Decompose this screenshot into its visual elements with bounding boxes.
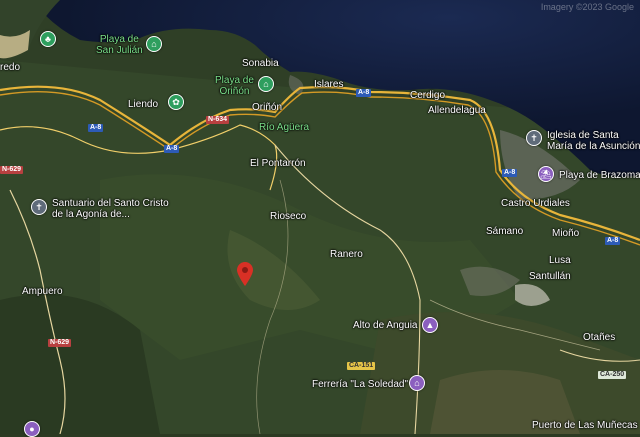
road-shield-a8: A-8 [356, 89, 372, 97]
road-shield-n629: N-629 [48, 339, 72, 347]
museum-icon[interactable]: ⌂ [409, 375, 425, 391]
place-ranero[interactable]: Ranero [330, 249, 363, 260]
place-santuario[interactable]: Santuario del Santo Cristo de la Agonía … [52, 198, 169, 220]
place-rioseco[interactable]: Rioseco [270, 211, 306, 222]
road-shield-n634: N-634 [206, 116, 230, 124]
church-icon[interactable]: ✝ [526, 130, 542, 146]
park-icon[interactable]: ⌂ [146, 36, 162, 52]
place-ampuero[interactable]: Ampuero [22, 286, 63, 297]
place-otanes[interactable]: Otañes [583, 332, 615, 343]
road-shield-ca151: CA-151 [347, 362, 376, 370]
place-lusa[interactable]: Lusa [549, 255, 571, 266]
road-shield-n629: N-629 [0, 166, 24, 174]
road-shield-a8: A-8 [164, 145, 180, 153]
place-liendo[interactable]: Liendo [128, 99, 158, 110]
park-icon[interactable]: ⌂ [258, 76, 274, 92]
place-mioño[interactable]: Mioño [552, 228, 579, 239]
place-puerto-munecas[interactable]: Puerto de Las Muñecas [532, 420, 638, 431]
place-allendelagua[interactable]: Allendelagua [428, 105, 486, 116]
church-icon[interactable]: ✝ [31, 199, 47, 215]
place-el-pontarron[interactable]: El Pontarrón [250, 158, 306, 169]
place-redo[interactable]: redo [0, 62, 20, 73]
beach-icon[interactable]: ⛱ [538, 166, 554, 182]
place-orinon[interactable]: Oriñón [252, 102, 282, 113]
place-cerdigo[interactable]: Cerdigo [410, 90, 445, 101]
viewpoint-icon[interactable]: ▲ [422, 317, 438, 333]
road-shield-a8: A-8 [502, 169, 518, 177]
place-playa-san-julian[interactable]: Playa de San Julián [96, 34, 143, 56]
place-samano[interactable]: Sámano [486, 226, 523, 237]
tree-icon[interactable]: ♣ [40, 31, 56, 47]
place-santullan[interactable]: Santullán [529, 271, 571, 282]
place-islares[interactable]: Islares [314, 79, 343, 90]
road-shield-a8: A-8 [605, 237, 621, 245]
poi-icon[interactable]: ● [24, 421, 40, 437]
place-iglesia[interactable]: Iglesia de Santa María de la Asunción [547, 130, 640, 152]
place-sonabia[interactable]: Sonabia [242, 58, 279, 69]
place-alto-anguia[interactable]: Alto de Anguia [353, 320, 418, 331]
place-rio-aguera[interactable]: Río Agüera [259, 122, 309, 133]
place-playa-orinon[interactable]: Playa de Oriñón [215, 75, 254, 97]
flower-icon[interactable]: ✿ [168, 94, 184, 110]
location-pin-icon[interactable] [237, 262, 253, 286]
road-shield-ca250: CA-250 [598, 371, 627, 379]
map-attribution: Imagery ©2023 Google [540, 2, 634, 12]
place-playa-brazomar[interactable]: Playa de Brazomar [559, 170, 640, 181]
place-ferreria[interactable]: Ferrería "La Soledad" [312, 379, 408, 390]
place-castro-urdiales[interactable]: Castro Urdiales [501, 198, 570, 209]
road-shield-a8: A-8 [88, 124, 104, 132]
